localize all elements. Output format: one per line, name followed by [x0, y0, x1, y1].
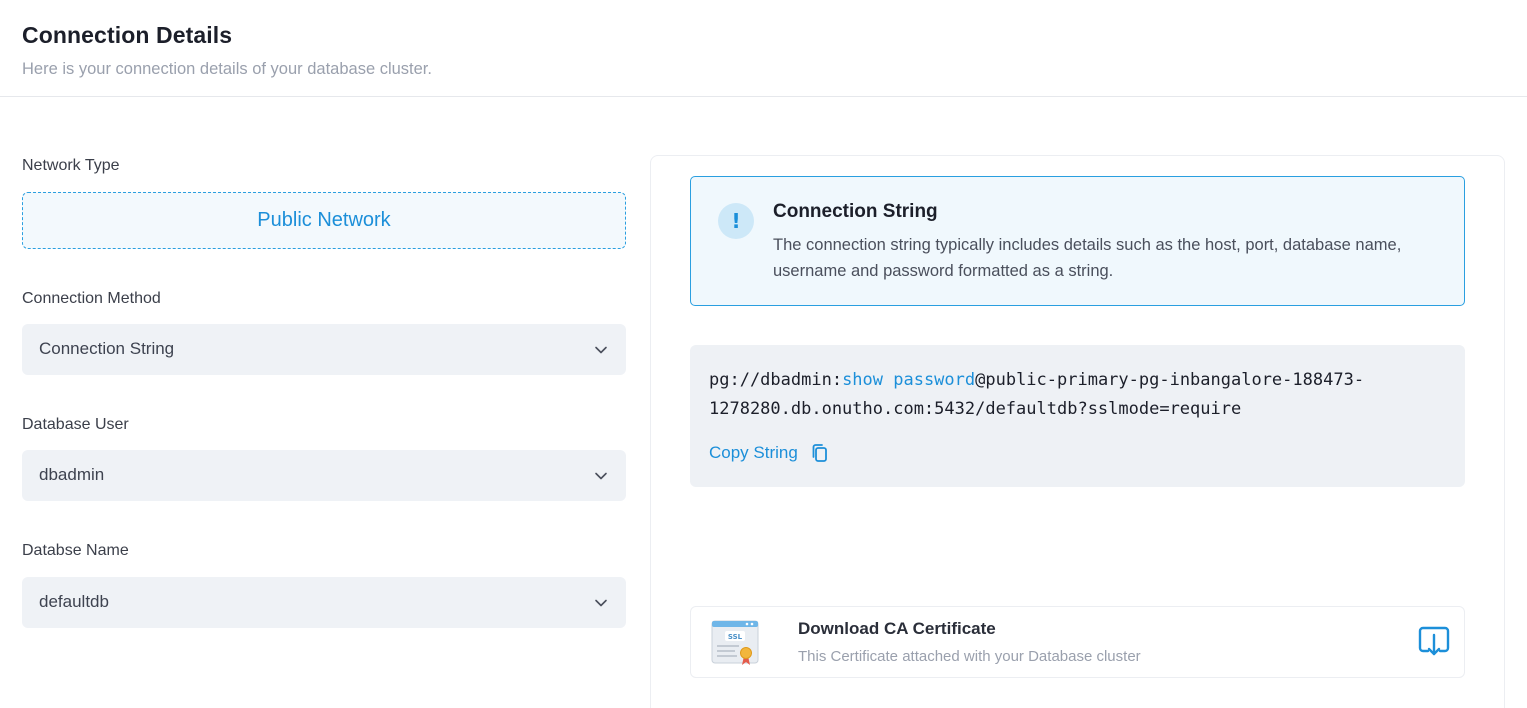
- network-type-option-public[interactable]: Public Network: [22, 192, 626, 249]
- chevron-down-icon: [595, 599, 607, 607]
- ssl-badge-text: SSL: [728, 633, 743, 641]
- download-icon[interactable]: [1417, 625, 1451, 659]
- copy-icon: [812, 444, 827, 462]
- show-password-link[interactable]: show password: [842, 370, 975, 390]
- connection-string-info-box: ! Connection String The connection strin…: [690, 176, 1465, 306]
- connection-string-box: pg://dbadmin:show password@public-primar…: [690, 345, 1465, 487]
- connection-method-select[interactable]: Connection String: [22, 324, 626, 375]
- connection-method-label: Connection Method: [22, 290, 161, 307]
- exclamation-icon: !: [718, 203, 754, 239]
- database-user-label: Database User: [22, 416, 129, 433]
- copy-string-label: Copy String: [709, 443, 798, 462]
- database-user-select[interactable]: dbadmin: [22, 450, 626, 501]
- info-title: Connection String: [773, 201, 938, 222]
- page-title: Connection Details: [22, 22, 233, 48]
- connection-string-prefix: pg://dbadmin:: [709, 370, 843, 390]
- info-description: The connection string typically includes…: [773, 236, 1402, 280]
- chevron-down-icon: [595, 346, 607, 354]
- ca-certificate-card[interactable]: SSL Download CA Certificate This Certifi…: [690, 606, 1465, 678]
- database-user-value: dbadmin: [39, 465, 105, 484]
- chevron-down-icon: [595, 472, 607, 480]
- ssl-certificate-icon: SSL: [711, 620, 759, 665]
- copy-string-button[interactable]: Copy String: [709, 443, 830, 463]
- connection-method-value: Connection String: [39, 339, 175, 358]
- page-header: Connection Details Here is your connecti…: [0, 0, 1527, 97]
- database-name-value: defaultdb: [39, 592, 109, 611]
- connection-string-text: pg://dbadmin:show password@public-primar…: [709, 366, 1429, 424]
- network-type-value: Public Network: [257, 209, 391, 231]
- database-name-select[interactable]: defaultdb: [22, 577, 626, 628]
- ca-certificate-title: Download CA Certificate: [798, 619, 996, 638]
- database-name-label: Databse Name: [22, 542, 129, 559]
- network-type-label: Network Type: [22, 157, 120, 174]
- ca-certificate-description: This Certificate attached with your Data…: [798, 648, 1141, 665]
- page-subtitle: Here is your connection details of your …: [22, 60, 432, 78]
